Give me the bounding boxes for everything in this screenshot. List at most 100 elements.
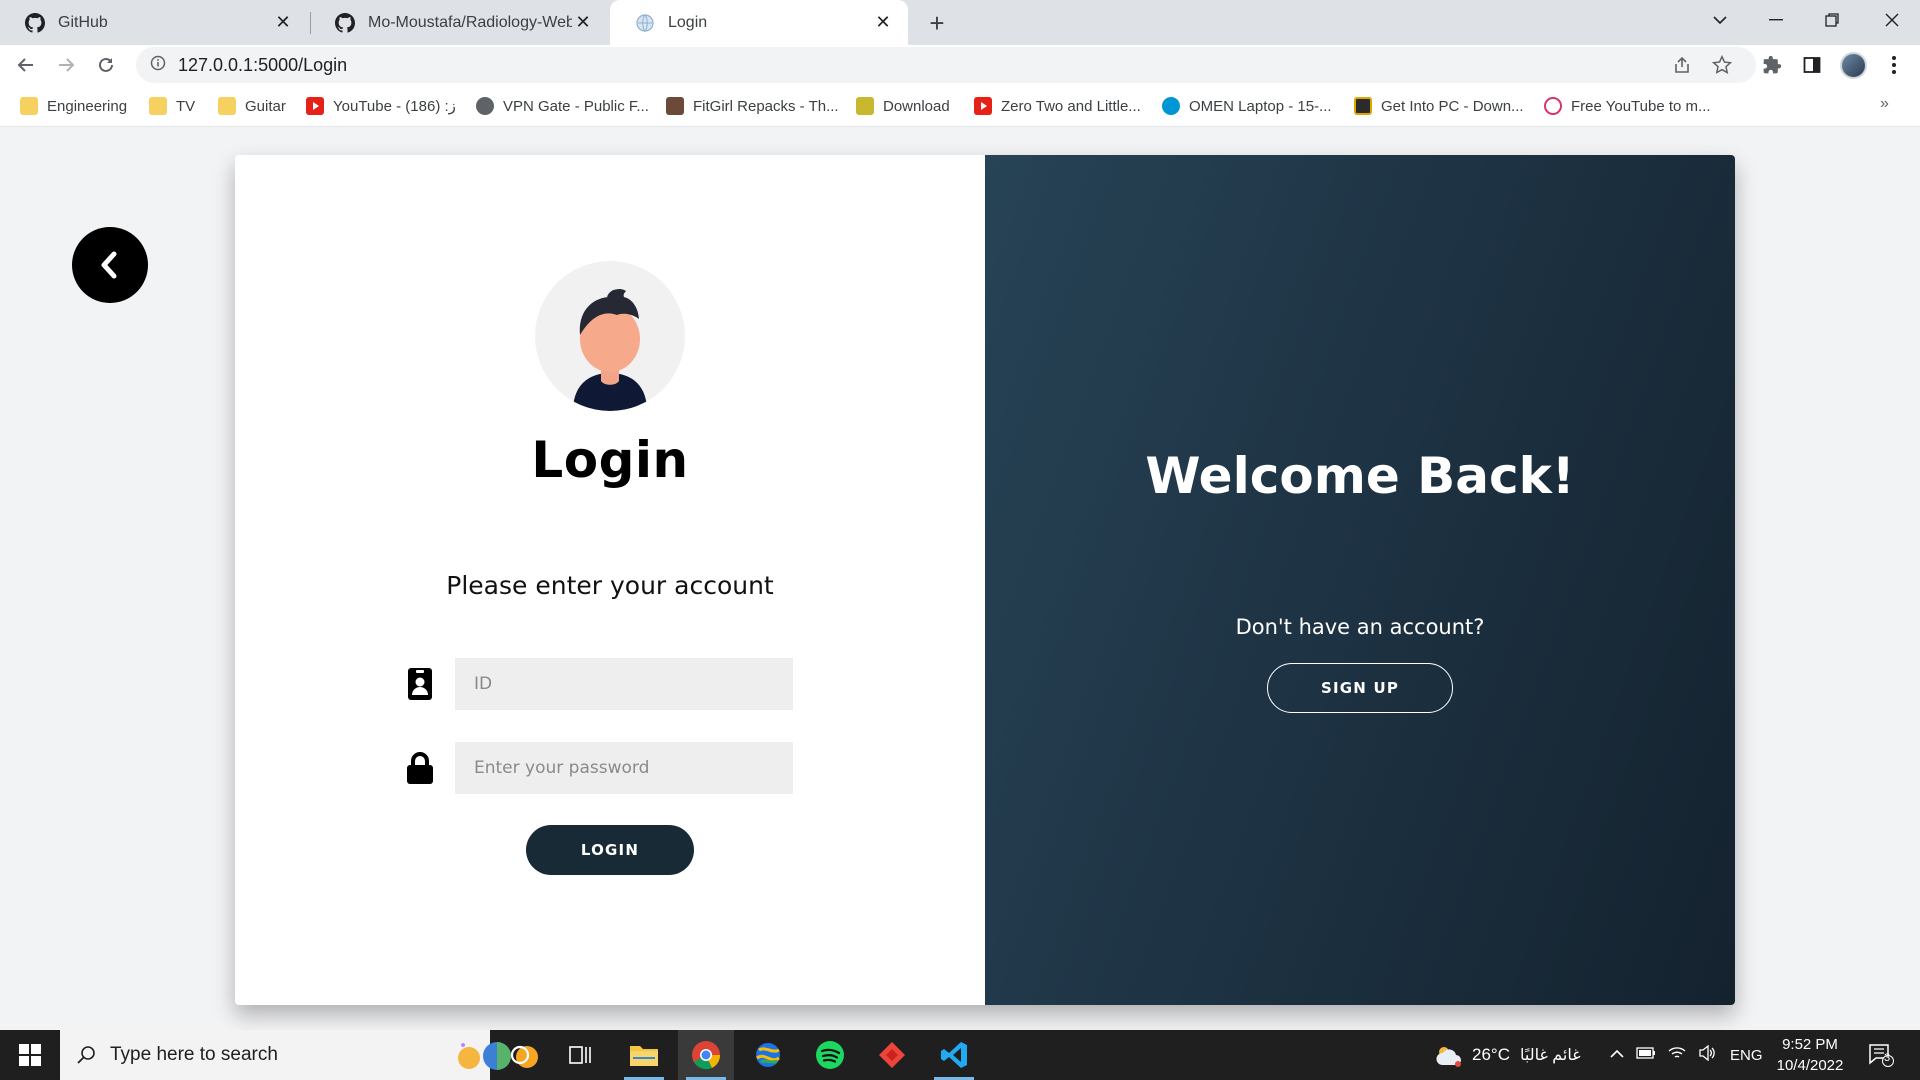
notification-center[interactable]: 3: [1868, 1030, 1894, 1080]
tab-radiology-website[interactable]: Mo-Moustafa/Radiology-Website ✕: [310, 0, 608, 45]
bookmark-download[interactable]: Download: [856, 95, 950, 117]
bookmark-label: TV: [176, 97, 196, 115]
task-view-icon[interactable]: [552, 1030, 608, 1080]
new-tab-button[interactable]: +: [920, 6, 954, 40]
converter-icon: [1544, 97, 1562, 115]
bookmark-label: Guitar: [245, 97, 286, 115]
earth-app-icon[interactable]: [740, 1030, 796, 1080]
star-bookmark-icon[interactable]: [1708, 51, 1736, 79]
globe-icon: [634, 12, 656, 34]
welcome-panel: Welcome Back! Don't have an account? SIG…: [985, 155, 1735, 1005]
tab-github[interactable]: GitHub ✕: [0, 0, 308, 45]
minimize-button[interactable]: [1748, 0, 1804, 40]
bookmark-label: Free YouTube to m...: [1571, 97, 1711, 115]
wifi-icon[interactable]: [1668, 1046, 1686, 1065]
bookmark-get-into-pc[interactable]: Get Into PC - Down...: [1354, 95, 1524, 117]
bookmark-label: Engineering: [47, 97, 128, 115]
bookmark-free-youtube[interactable]: Free YouTube to m...: [1544, 95, 1711, 117]
password-input[interactable]: [455, 742, 793, 794]
tab-title: Mo-Moustafa/Radiology-Website: [368, 13, 572, 31]
user-avatar-icon: [535, 261, 685, 411]
tab-title: GitHub: [58, 13, 108, 31]
bookmark-tv[interactable]: TV: [149, 95, 195, 117]
bookmark-label: OMEN Laptop - 15-...: [1189, 97, 1332, 115]
restore-button[interactable]: [1804, 0, 1860, 40]
windows-logo-icon: [19, 1044, 41, 1066]
profile-avatar[interactable]: [1840, 52, 1867, 79]
language-indicator[interactable]: ENG: [1730, 1047, 1763, 1064]
spotify-icon[interactable]: [802, 1030, 858, 1080]
page-content: Login Please enter your account LOGIN We…: [0, 127, 1920, 1030]
welcome-title: Welcome Back!: [1145, 447, 1575, 505]
search-icon: [77, 1046, 95, 1064]
weather-desc: غائم غالبًا: [1519, 1047, 1581, 1064]
clock-time: 9:52 PM: [1782, 1036, 1838, 1053]
more-bookmarks-icon[interactable]: »: [1880, 95, 1889, 113]
id-input[interactable]: [455, 658, 793, 710]
kebab-menu-icon[interactable]: [1880, 51, 1908, 79]
bookmark-youtube[interactable]: YouTube - ز: (186): [306, 95, 456, 117]
login-panel: Login Please enter your account LOGIN: [235, 155, 985, 1005]
chrome-icon[interactable]: [678, 1030, 734, 1080]
tab-login[interactable]: Login ✕: [610, 0, 908, 45]
share-icon[interactable]: [1668, 51, 1696, 79]
cloud-sun-icon: [1436, 1047, 1461, 1067]
extensions-puzzle-icon[interactable]: [1758, 51, 1786, 79]
bookmark-omen-laptop[interactable]: OMEN Laptop - 15-...: [1162, 95, 1332, 117]
page-title: Login: [531, 431, 689, 489]
browser-tab-strip: GitHub ✕ Mo-Moustafa/Radiology-Website ✕…: [0, 0, 1920, 45]
info-icon[interactable]: [150, 55, 166, 76]
reload-icon[interactable]: [90, 49, 122, 81]
taskbar-search[interactable]: Type here to search: [60, 1030, 538, 1080]
youtube-icon: [974, 97, 992, 115]
login-subtitle: Please enter your account: [446, 571, 774, 600]
close-icon[interactable]: ✕: [272, 12, 294, 34]
clock-date: 10/4/2022: [1776, 1057, 1844, 1074]
volume-icon[interactable]: [1698, 1044, 1716, 1066]
bookmark-fitgirl[interactable]: FitGirl Repacks - Th...: [666, 95, 839, 117]
bookmark-engineering[interactable]: Engineering: [20, 95, 127, 117]
tab-search-icon[interactable]: [1692, 0, 1748, 40]
github-icon: [334, 12, 356, 34]
windows-start-button[interactable]: [0, 1030, 60, 1080]
bookmark-label: Get Into PC - Down...: [1381, 97, 1524, 115]
close-window-button[interactable]: [1864, 0, 1920, 40]
search-placeholder: Type here to search: [110, 1044, 278, 1065]
system-tray: ENG: [1610, 1030, 1763, 1080]
youtube-icon: [306, 97, 324, 115]
side-panel-icon[interactable]: [1798, 51, 1826, 79]
battery-icon[interactable]: [1636, 1046, 1656, 1064]
bookmark-vpn-gate[interactable]: VPN Gate - Public F...: [476, 95, 649, 117]
hp-icon: [1162, 97, 1180, 115]
bookmarks-bar: Engineering TV Guitar YouTube - ز: (186)…: [0, 85, 1920, 127]
close-icon[interactable]: ✕: [872, 12, 894, 34]
bookmark-zero-two[interactable]: Zero Two and Little...: [974, 95, 1141, 117]
chevron-left-icon: [101, 251, 117, 279]
clock[interactable]: 9:52 PM 10/4/2022: [1770, 1034, 1850, 1076]
fitgirl-icon: [666, 97, 684, 115]
vpn-icon: [476, 97, 494, 115]
signup-button[interactable]: SIGN UP: [1267, 663, 1453, 713]
vscode-icon[interactable]: [926, 1030, 982, 1080]
close-icon[interactable]: ✕: [572, 12, 594, 34]
browser-toolbar: 127.0.0.1:5000/Login: [0, 45, 1920, 85]
back-arrow-icon[interactable]: [10, 49, 42, 81]
cortana-icon[interactable]: [492, 1030, 548, 1080]
file-explorer-icon[interactable]: [616, 1030, 672, 1080]
getintopc-icon: [1354, 97, 1372, 115]
chevron-up-icon[interactable]: [1610, 1046, 1624, 1064]
back-button[interactable]: [72, 227, 148, 303]
bookmark-label: Download: [883, 97, 950, 115]
github-icon: [24, 12, 46, 34]
bookmark-guitar[interactable]: Guitar: [218, 95, 286, 117]
login-button[interactable]: LOGIN: [526, 825, 694, 875]
anydesk-icon[interactable]: [864, 1030, 920, 1080]
folder-icon: [20, 97, 38, 115]
bookmark-label: FitGirl Repacks - Th...: [693, 97, 839, 115]
bookmark-label: YouTube - ز: (186): [333, 98, 456, 115]
password-field-row: [403, 742, 823, 794]
weather-widget[interactable]: 26°C غائم غالبًا: [1434, 1030, 1581, 1080]
forward-arrow-icon[interactable]: [50, 49, 82, 81]
address-bar[interactable]: 127.0.0.1:5000/Login: [136, 47, 1756, 83]
lock-icon: [403, 750, 437, 786]
